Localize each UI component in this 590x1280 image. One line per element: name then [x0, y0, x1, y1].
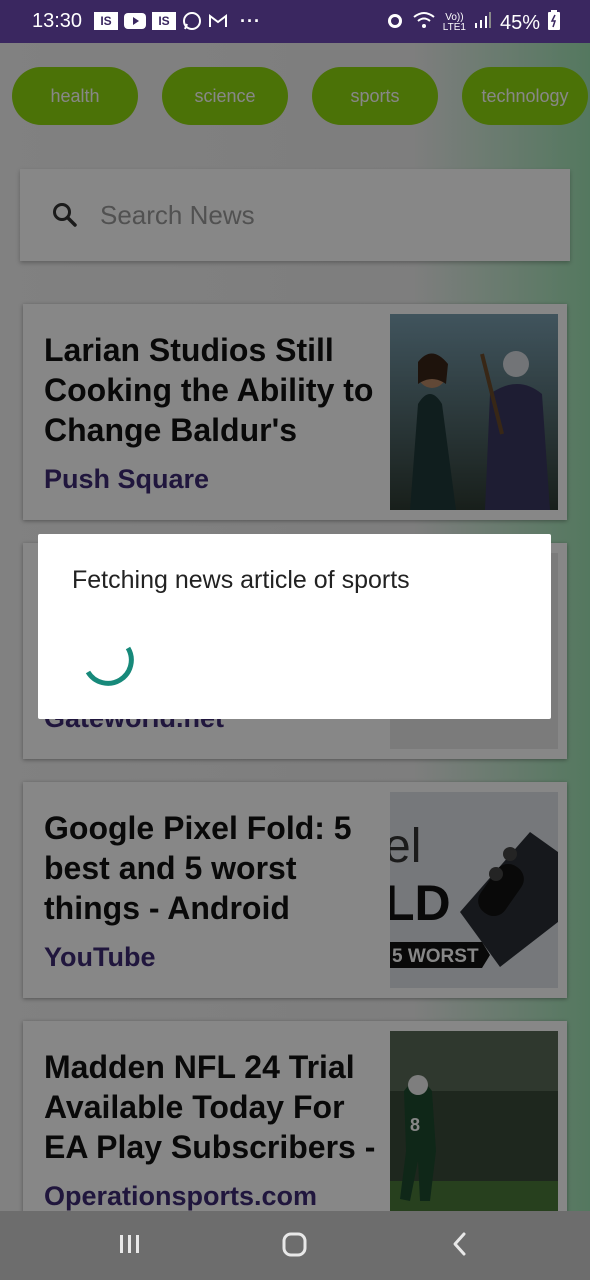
status-bar: 13:30 IS IS ··· Vo)) LTE1 45% [0, 0, 590, 43]
back-icon[interactable] [448, 1229, 472, 1259]
is-app-icon: IS [94, 12, 118, 30]
wifi-icon [413, 11, 435, 35]
system-nav-bar [0, 1211, 590, 1280]
loading-dialog: Fetching news article of sports [38, 534, 551, 719]
notification-icons: IS IS ··· [94, 11, 261, 31]
volte-indicator: Vo)) LTE1 [442, 12, 466, 33]
loading-message: Fetching news article of sports [72, 566, 410, 594]
alarm-icon [385, 10, 405, 36]
more-notifications-icon: ··· [240, 10, 261, 31]
battery-percent: 45% [499, 11, 540, 34]
gmail-icon [208, 11, 228, 31]
battery-icon [548, 10, 560, 36]
clock: 13:30 [32, 10, 83, 32]
youtube-icon [124, 11, 146, 31]
loading-spinner-icon [85, 646, 134, 686]
recent-apps-icon[interactable] [118, 1229, 142, 1259]
whatsapp-icon [182, 11, 202, 31]
is-app-icon-2: IS [152, 12, 176, 30]
system-icons: Vo)) LTE1 45% [385, 10, 560, 36]
signal-icon [474, 11, 492, 35]
home-icon[interactable] [281, 1229, 309, 1259]
